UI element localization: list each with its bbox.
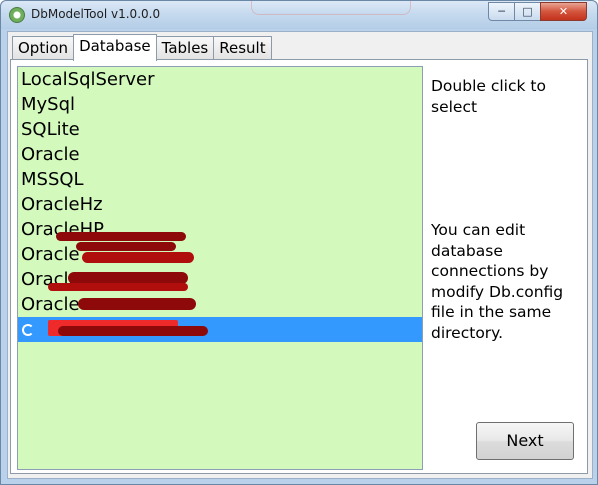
list-item-label: Oracle	[21, 244, 80, 265]
list-item[interactable]: Oracle	[18, 142, 422, 167]
app-icon	[9, 7, 25, 23]
tab-result[interactable]: Result	[213, 36, 272, 60]
list-item[interactable]: SQLite	[18, 117, 422, 142]
loading-icon	[22, 324, 34, 336]
list-item-label: Oracle	[21, 294, 80, 315]
close-button[interactable]: ✕	[540, 2, 587, 21]
redaction-mark	[56, 232, 186, 241]
background-window-ghost	[251, 1, 411, 15]
list-item[interactable]: OracleHz	[18, 192, 422, 217]
redaction-mark	[78, 298, 196, 310]
title-bar[interactable]: DbModelTool v1.0.0.0 ─ □ ✕	[1, 1, 597, 29]
minimize-button[interactable]: ─	[488, 2, 515, 21]
window-title: DbModelTool v1.0.0.0	[31, 7, 161, 21]
double-click-hint: Double click to select	[431, 77, 546, 116]
redaction-mark	[48, 283, 188, 291]
database-tab-panel: LocalSqlServer MySql SQLite Oracle MSSQL…	[10, 59, 588, 474]
list-item[interactable]: LocalSqlServer	[18, 67, 422, 92]
list-item[interactable]: MySql	[18, 92, 422, 117]
redaction-mark	[82, 252, 194, 263]
list-item[interactable]: Oracle	[18, 267, 422, 292]
database-list[interactable]: LocalSqlServer MySql SQLite Oracle MSSQL…	[17, 66, 423, 470]
redaction-mark	[76, 242, 176, 251]
list-item[interactable]: Oracle	[18, 242, 422, 267]
list-item[interactable]: MSSQL	[18, 167, 422, 192]
next-button[interactable]: Next	[476, 422, 574, 460]
maximize-button[interactable]: □	[514, 2, 541, 21]
list-item[interactable]: OracleHP	[18, 217, 422, 242]
tab-strip: Option Database Tables Result	[12, 34, 272, 61]
app-window: DbModelTool v1.0.0.0 ─ □ ✕ Option Databa…	[0, 0, 598, 485]
list-item-selected[interactable]	[18, 317, 422, 342]
config-hint: You can edit database connections by mod…	[431, 221, 564, 342]
tab-option[interactable]: Option	[12, 36, 75, 60]
redaction-mark	[58, 326, 208, 336]
list-item[interactable]: Oracle	[18, 292, 422, 317]
tab-tables[interactable]: Tables	[155, 36, 215, 60]
tab-database[interactable]: Database	[73, 34, 157, 61]
client-area: Option Database Tables Result LocalSqlSe…	[7, 31, 593, 479]
